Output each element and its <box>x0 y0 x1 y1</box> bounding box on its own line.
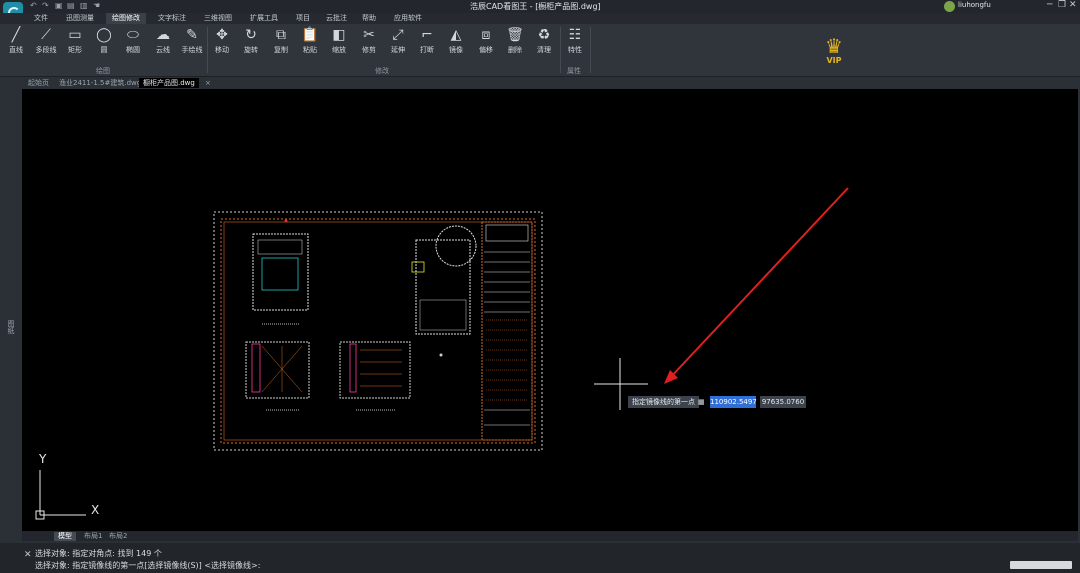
plan-view-cabinet <box>252 233 309 311</box>
elevation-view-2-hatch <box>360 349 402 387</box>
command-prompt-line[interactable]: 选择对象: 指定镜像线的第一点[选择镜像线(S)] <选择镜像线>: <box>35 560 260 571</box>
ucs-y-label: Y <box>39 452 47 466</box>
close-command-icon[interactable]: ✕ <box>24 550 32 560</box>
title-block-hatch <box>486 319 528 401</box>
dynamic-input-prompt: 指定镜像线的第一点 <box>628 396 699 408</box>
title-block-cell <box>485 224 529 242</box>
elevation-view-1-hatch <box>261 345 303 393</box>
plan-view-table-accent <box>411 261 425 273</box>
drawing-svg <box>35 187 849 520</box>
command-history-line: 选择对象: 指定对角点: 找到 149 个 <box>35 549 162 558</box>
annotation-arrow <box>667 187 849 381</box>
plan-view-cabinet-top <box>257 239 303 255</box>
elevation-view-1-accent <box>251 343 261 393</box>
plan-view-table-base <box>419 299 467 331</box>
dynamic-input-y-field[interactable]: 97635.0760 <box>760 396 806 408</box>
command-scrollbar[interactable] <box>1010 561 1072 569</box>
title-block <box>481 221 533 441</box>
point-marker <box>439 353 443 357</box>
dynamic-input-x-field[interactable]: 110902.5497 <box>710 396 757 408</box>
dynamic-input-icon: ▦ <box>698 398 705 406</box>
ucs-x-label: X <box>91 503 100 517</box>
elevation-view-2 <box>339 341 411 399</box>
tab-layout2[interactable]: 布局2 <box>105 532 131 541</box>
plan-view-table <box>415 239 471 335</box>
plan-view-cabinet-detail <box>261 257 299 291</box>
elevation-view-1 <box>245 341 310 399</box>
drawing-inner-border <box>223 221 533 441</box>
tab-model[interactable]: 模型 <box>54 532 76 541</box>
selection-frame <box>213 211 543 451</box>
drawing-border <box>220 218 536 444</box>
layout-tab-bar <box>22 531 1078 541</box>
title-block-rows <box>484 251 530 426</box>
elevation-view-2-accent <box>349 343 357 393</box>
tab-layout1[interactable]: 布局1 <box>80 532 106 541</box>
point-marker <box>284 219 288 223</box>
